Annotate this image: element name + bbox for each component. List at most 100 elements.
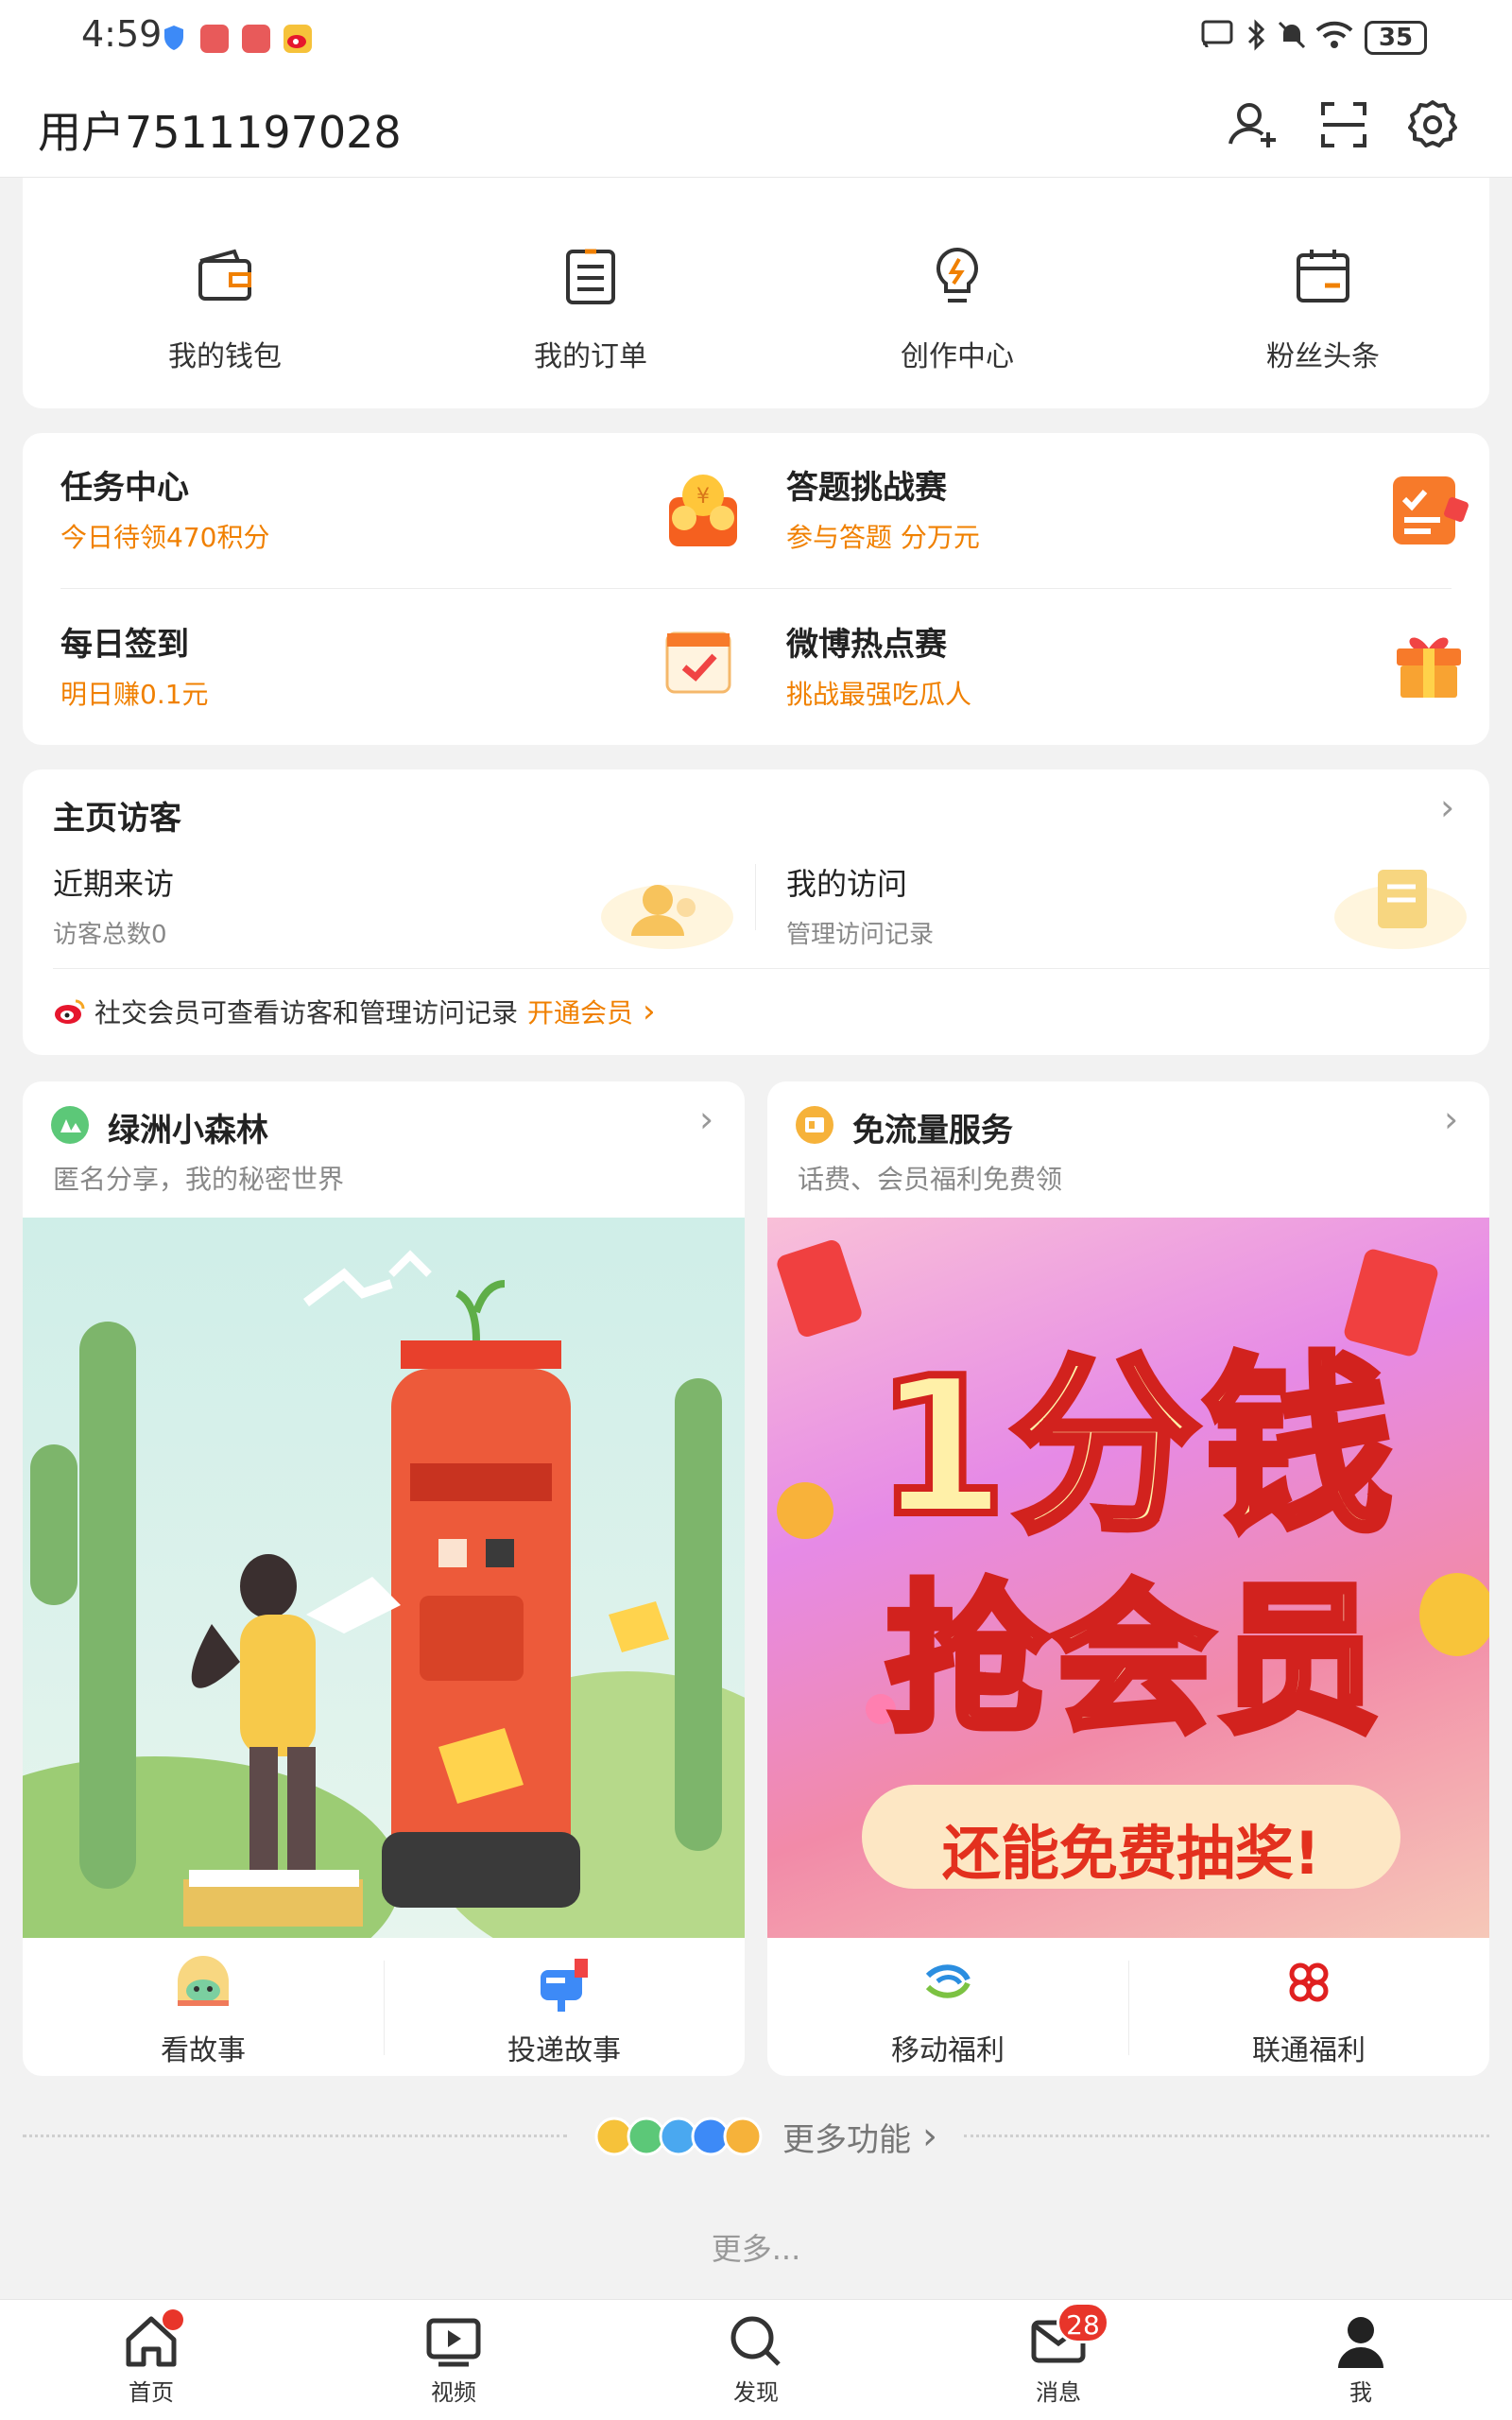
settings-icon[interactable] <box>1404 96 1461 153</box>
task-subtitle: 今日待领470积分 <box>60 522 270 553</box>
bulb-icon <box>925 244 989 308</box>
quiz-icon <box>1387 463 1474 550</box>
chevron-right-icon[interactable]: › <box>699 1098 713 1140</box>
nav-profile[interactable]: 我 <box>1285 2313 1436 2407</box>
battery-indicator: 35 <box>1365 21 1427 55</box>
task-title: 微博热点赛 <box>786 626 947 664</box>
gift-icon <box>1391 624 1467 701</box>
scan-icon[interactable] <box>1315 96 1372 153</box>
post-story-label: 投递故事 <box>507 2034 621 2067</box>
member-promo[interactable]: 社交会员可查看访客和管理访问记录 开通会员 › <box>53 993 656 1030</box>
weibo-icon <box>53 997 85 1026</box>
story-book-icon <box>172 1953 234 2012</box>
oasis-banner-image[interactable] <box>23 1218 745 2002</box>
open-membership-link[interactable]: 开通会员 <box>527 993 633 1030</box>
video-icon <box>425 2313 482 2370</box>
banner-caption: 还能免费抽奖! <box>941 1819 1321 1888</box>
discover-icon <box>728 2313 784 2370</box>
tasks-card: 任务中心 今日待领470积分 ¥ 答题挑战赛 参与答题 分万元 每日签到 明日赚… <box>23 433 1489 745</box>
dotted-divider-right <box>964 2135 1489 2137</box>
order-icon <box>558 244 623 308</box>
nav-messages[interactable]: 28 消息 <box>983 2302 1134 2407</box>
chevron-right-icon: › <box>643 993 656 1030</box>
chevron-right-icon[interactable]: › <box>1440 786 1454 828</box>
read-stories-label: 看故事 <box>161 2034 246 2067</box>
more-functions-label: 更多功能 <box>782 2120 911 2159</box>
nav-label: 视频 <box>431 2379 476 2406</box>
more-link[interactable]: 更多... <box>0 2225 1512 2269</box>
promo-banner[interactable]: 1分钱 抢会员 还能免费抽奖! <box>767 1218 1489 1938</box>
nav-home[interactable]: 首页 <box>76 2309 227 2407</box>
oasis-logo-icon <box>51 1106 89 1144</box>
free-data-title[interactable]: 免流量服务 <box>852 1104 1013 1150</box>
app-badge-icon <box>200 25 229 53</box>
unicom-benefits-label: 联通福利 <box>1252 2034 1366 2067</box>
mailbox-icon <box>533 1953 595 2012</box>
unicom-benefits-button[interactable]: 联通福利 <box>1128 1942 1489 2076</box>
quick-item-creator[interactable]: 创作中心 <box>834 244 1080 374</box>
quick-item-wallet[interactable]: 我的钱包 <box>102 244 348 374</box>
quick-item-fans[interactable]: 粉丝头条 <box>1200 244 1446 374</box>
nav-video[interactable]: 视频 <box>378 2313 529 2407</box>
nav-label: 发现 <box>733 2379 779 2406</box>
message-icon: 28 <box>1030 2302 1109 2370</box>
wallet-icon <box>193 244 257 308</box>
dotted-divider-left <box>23 2135 567 2137</box>
post-story-button[interactable]: 投递故事 <box>384 1942 745 2076</box>
task-center[interactable]: 任务中心 今日待领470积分 ¥ <box>60 461 741 565</box>
daily-checkin[interactable]: 每日签到 明日赚0.1元 <box>60 618 741 722</box>
message-badge: 28 <box>1057 2302 1109 2343</box>
weibo-hot-challenge[interactable]: 微博热点赛 挑战最强吃瓜人 <box>786 618 1467 722</box>
visitors-title[interactable]: 主页访客 <box>53 792 181 838</box>
quick-item-orders[interactable]: 我的订单 <box>468 244 713 374</box>
svg-text:¥: ¥ <box>696 485 710 509</box>
vertical-divider <box>755 864 756 930</box>
quick-item-label: 创作中心 <box>901 340 1014 373</box>
task-title: 答题挑战赛 <box>786 469 947 507</box>
calendar-icon <box>1291 244 1355 308</box>
visitors-card: 主页访客 › 近期来访 访客总数0 我的访问 管理访问记录 社交会员可查看访客和… <box>23 769 1489 1055</box>
function-avatars-icon <box>593 2116 767 2157</box>
divider <box>53 968 1489 969</box>
mobile-benefits-label: 移动福利 <box>891 2034 1005 2067</box>
username[interactable]: 用户7511197028 <box>38 98 402 161</box>
oasis-title[interactable]: 绿洲小森林 <box>108 1104 268 1150</box>
mobile-benefits-button[interactable]: 移动福利 <box>767 1942 1128 2076</box>
read-stories-button[interactable]: 看故事 <box>23 1942 384 2076</box>
coins-icon: ¥ <box>665 469 741 550</box>
bluetooth-icon <box>1246 19 1268 59</box>
nav-label: 首页 <box>129 2379 174 2406</box>
china-unicom-icon <box>1281 1955 1336 2010</box>
status-time: 4:59 <box>81 13 163 55</box>
chevron-right-icon: › <box>922 2115 937 2158</box>
free-data-subtitle: 话费、会员福利免费领 <box>798 1164 1063 1195</box>
bottom-nav: 首页 视频 发现 28 消息 我 <box>0 2299 1512 2420</box>
banner-headline: 1分钱 <box>871 1334 1397 1562</box>
profile-header: 用户7511197028 <box>0 76 1512 178</box>
visitors-illustration-icon <box>582 860 733 955</box>
divider <box>60 588 1452 589</box>
my-visits[interactable]: 我的访问 管理访问记录 <box>786 860 1467 955</box>
task-title: 每日签到 <box>60 626 189 664</box>
recent-visitors[interactable]: 近期来访 访客总数0 <box>53 860 733 955</box>
chevron-right-icon[interactable]: › <box>1444 1098 1458 1140</box>
oasis-subtitle: 匿名分享，我的秘密世界 <box>53 1164 345 1195</box>
notification-dot <box>163 2309 183 2330</box>
wifi-icon <box>1315 19 1353 57</box>
china-mobile-icon <box>920 1955 975 2010</box>
status-bar: 4:59 35 <box>0 0 1512 76</box>
nav-discover[interactable]: 发现 <box>680 2313 832 2407</box>
quiz-challenge[interactable]: 答题挑战赛 参与答题 分万元 <box>786 461 1469 565</box>
task-subtitle: 明日赚0.1元 <box>60 679 209 710</box>
app-badge-icon <box>242 25 270 53</box>
home-icon <box>123 2309 183 2370</box>
promo-text: 社交会员可查看访客和管理访问记录 <box>94 997 519 1028</box>
add-friend-icon[interactable] <box>1225 96 1281 153</box>
banner-subheadline: 抢会员 <box>883 1564 1385 1758</box>
task-title: 任务中心 <box>60 469 189 507</box>
oasis-panel: 绿洲小森林 › 匿名分享，我的秘密世界 看故事 投递故事 <box>23 1081 745 2076</box>
checkin-calendar-icon <box>656 618 743 705</box>
quick-menu-card: 我的钱包 我的订单 创作中心 粉丝头条 <box>23 178 1489 408</box>
more-functions-entry[interactable]: 更多功能 › <box>593 2110 937 2163</box>
nav-label: 我 <box>1349 2379 1372 2406</box>
